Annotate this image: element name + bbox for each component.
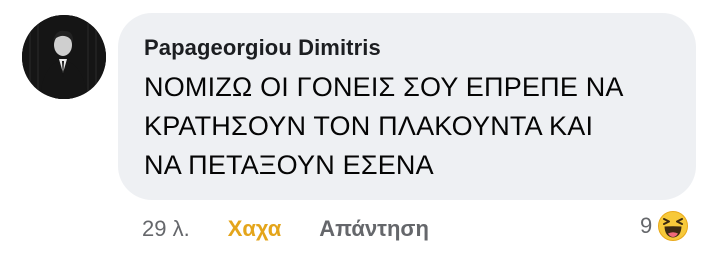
comment: Papageorgiou Dimitris ΝΟΜΙΖΩ ΟΙ ΓΟΝΕΙΣ Σ… <box>0 0 719 268</box>
haha-emoji-icon <box>657 210 690 242</box>
reply-button[interactable]: Απάντηση <box>319 216 429 242</box>
comment-timestamp[interactable]: 29 λ. <box>142 216 190 242</box>
profile-photo-icon <box>22 15 106 99</box>
reaction-count: 9 <box>640 213 653 238</box>
comment-text: ΝΟΜΙΖΩ ΟΙ ΓΟΝΕΙΣ ΣΟΥ ΕΠΡΕΠΕ ΝΑ ΚΡΑΤΗΣΟΥΝ… <box>144 68 670 185</box>
comment-author[interactable]: Papageorgiou Dimitris <box>144 35 670 61</box>
reaction-summary[interactable]: 9 <box>640 208 690 244</box>
reaction-button[interactable]: Χαχα <box>228 216 282 242</box>
comment-bubble: Papageorgiou Dimitris ΝΟΜΙΖΩ ΟΙ ΓΟΝΕΙΣ Σ… <box>118 13 696 200</box>
avatar[interactable] <box>22 15 106 99</box>
comment-actions: 29 λ. Χαχα Απάντηση <box>142 214 429 244</box>
comment-text-line: ΝΟΜΙΖΩ ΟΙ ΓΟΝΕΙΣ ΣΟΥ ΕΠΡΕΠΕ ΝΑ <box>144 72 624 102</box>
comment-text-line: ΚΡΑΤΗΣΟΥΝ ΤΟΝ ΠΛΑΚΟΥΝΤΑ ΚΑΙ <box>144 111 594 141</box>
comment-text-line: ΝΑ ΠΕΤΑΞΟΥΝ ΕΣΕΝΑ <box>144 150 434 180</box>
